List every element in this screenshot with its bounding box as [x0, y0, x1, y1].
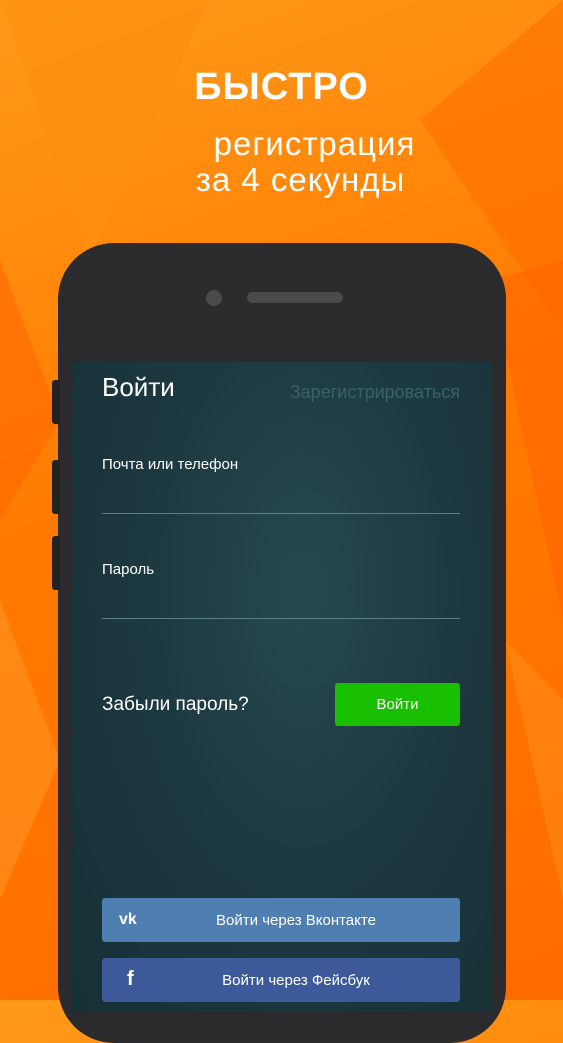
facebook-logo-icon: f [102, 967, 162, 993]
phone-camera [206, 290, 222, 306]
phone-button-volume-down [52, 536, 60, 590]
svg-text:vk: vk [119, 911, 137, 927]
email-field[interactable] [102, 513, 460, 514]
fb-login-button[interactable]: f Войти через Фейсбук [102, 958, 460, 1002]
vk-login-button[interactable]: vk Войти через Вконтакте [102, 898, 460, 942]
phone-speaker [247, 292, 343, 303]
password-field[interactable] [102, 618, 460, 619]
phone-button-silent [52, 380, 60, 424]
phone-button-volume-up [52, 460, 60, 514]
login-title: Войти [102, 372, 175, 402]
email-label: Почта или телефон [102, 456, 239, 473]
phone-screen: Войти Зарегистрироваться Почта или телеф… [72, 362, 492, 1012]
vk-login-label: Войти через Вконтакте [216, 911, 376, 929]
register-link[interactable]: Зарегистрироваться [290, 382, 460, 403]
login-button[interactable]: Войти [335, 683, 460, 726]
promo-subline-1: регистрация [213, 125, 416, 162]
forgot-password-link[interactable]: Забыли пароль? [102, 694, 249, 716]
vk-logo-icon: vk [102, 909, 162, 931]
password-label: Пароль [102, 561, 155, 578]
svg-text:f: f [127, 968, 134, 989]
promo-subline-2: за 4 секунды [195, 161, 406, 198]
fb-login-label: Войти через Фейсбук [222, 971, 370, 989]
promo-headline: БЫСТРО [194, 66, 369, 108]
